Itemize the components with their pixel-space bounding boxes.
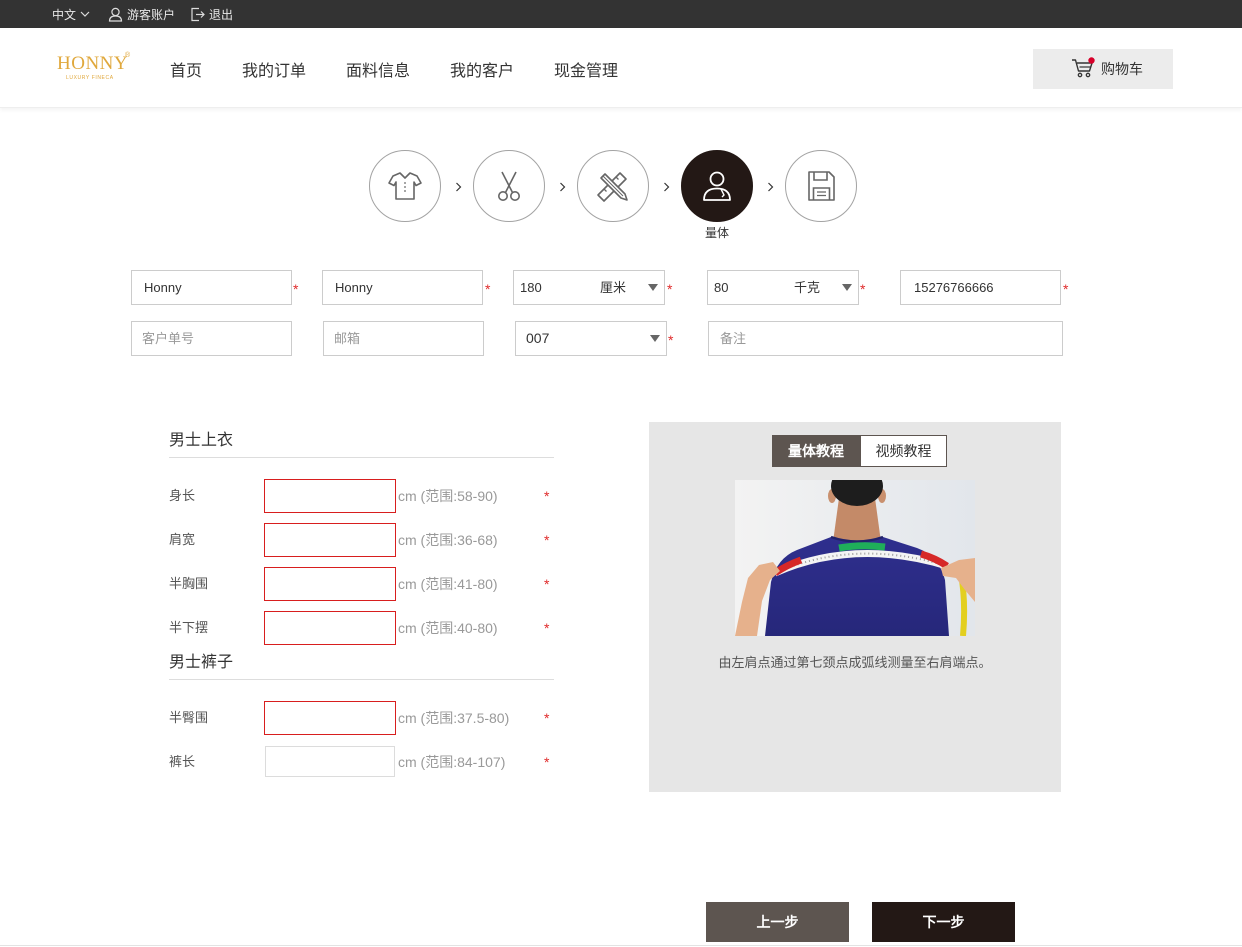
height-value: 180 bbox=[520, 280, 542, 295]
weight-value: 80 bbox=[714, 280, 729, 295]
measure-label: 肩宽 bbox=[169, 532, 196, 547]
required-mark: * bbox=[860, 281, 866, 297]
required-mark: * bbox=[544, 754, 550, 770]
previous-step-button[interactable]: 上一步 bbox=[706, 902, 849, 942]
measure-label: 半下摆 bbox=[169, 620, 209, 635]
logout-icon bbox=[191, 7, 205, 21]
half-hem-input[interactable] bbox=[264, 611, 396, 645]
logo-registered-mark: ® bbox=[125, 52, 131, 59]
measure-label: 半臀围 bbox=[169, 710, 209, 725]
dropdown-arrow-icon bbox=[842, 284, 852, 291]
section-divider bbox=[169, 457, 554, 458]
measure-label: 裤长 bbox=[169, 754, 196, 769]
account-link[interactable]: 游客账户 bbox=[108, 0, 175, 28]
logout-label: 退出 bbox=[209, 7, 234, 22]
measure-range-hint: cm (范围:36-68) bbox=[398, 532, 498, 548]
ruler-pencil-icon bbox=[597, 172, 628, 202]
language-label: 中文 bbox=[52, 7, 77, 22]
save-icon bbox=[808, 171, 835, 201]
size-code-select[interactable]: 007 bbox=[515, 321, 667, 356]
person-measure-icon bbox=[703, 171, 731, 201]
scissors-icon bbox=[498, 171, 520, 201]
order-number-input[interactable] bbox=[131, 321, 292, 356]
step-chevron-icon bbox=[768, 182, 774, 192]
header: HONNY ® LUXURY FINECA 首页 我的订单 面料信息 我的客户 … bbox=[0, 28, 1242, 108]
top-bar: 中文 游客账户 退出 bbox=[0, 0, 1242, 28]
step-measure[interactable] bbox=[681, 150, 753, 222]
nav-cash-management[interactable]: 现金管理 bbox=[554, 62, 618, 82]
measure-label: 身长 bbox=[169, 488, 196, 503]
account-label: 游客账户 bbox=[127, 7, 176, 22]
step-craft[interactable] bbox=[577, 150, 649, 222]
body-length-input[interactable] bbox=[264, 479, 396, 513]
chevron-down-icon bbox=[80, 11, 90, 17]
required-mark: * bbox=[293, 281, 299, 297]
step-shirt[interactable] bbox=[369, 150, 441, 222]
required-mark: * bbox=[544, 710, 550, 726]
user-icon bbox=[108, 7, 123, 22]
customer-name-input[interactable] bbox=[131, 270, 292, 305]
section-title: 男士裤子 bbox=[169, 654, 234, 671]
step-save[interactable] bbox=[785, 150, 857, 222]
remark-input[interactable] bbox=[708, 321, 1063, 356]
logo-name: HONNY bbox=[57, 53, 129, 74]
step-chevron-icon bbox=[456, 182, 462, 192]
height-unit: 厘米 bbox=[600, 280, 627, 295]
logo[interactable]: HONNY ® LUXURY FINECA bbox=[57, 52, 133, 84]
section-divider bbox=[169, 679, 554, 680]
nav-my-customers[interactable]: 我的客户 bbox=[450, 62, 514, 82]
half-chest-input[interactable] bbox=[264, 567, 396, 601]
measure-range-hint: cm (范围:37.5-80) bbox=[398, 710, 510, 726]
step-cutting[interactable] bbox=[473, 150, 545, 222]
logo-tagline: LUXURY FINECA bbox=[66, 75, 114, 81]
cart-badge-dot bbox=[1088, 57, 1095, 64]
contact-name-input[interactable] bbox=[322, 270, 483, 305]
shoulder-width-input[interactable] bbox=[264, 523, 396, 557]
half-hip-input[interactable] bbox=[264, 701, 396, 735]
active-step-label: 量体 bbox=[704, 226, 729, 240]
weight-unit: 千克 bbox=[794, 280, 821, 295]
section-title: 男士上衣 bbox=[169, 432, 234, 449]
step-chevron-icon bbox=[664, 182, 670, 192]
measure-range-hint: cm (范围:41-80) bbox=[398, 576, 498, 592]
nav-home[interactable]: 首页 bbox=[170, 62, 202, 82]
measure-range-hint: cm (范围:84-107) bbox=[398, 754, 506, 770]
tab-video-tutorial[interactable]: 视频教程 bbox=[860, 435, 947, 467]
required-mark: * bbox=[544, 576, 550, 592]
cart-label: 购物车 bbox=[1101, 61, 1143, 77]
tutorial-caption: 由左肩点通过第七颈点成弧线测量至右肩端点。 bbox=[718, 655, 992, 670]
step-chevron-icon bbox=[560, 182, 566, 192]
weight-select[interactable]: 80 千克 bbox=[707, 270, 859, 305]
cart-icon bbox=[1072, 57, 1095, 78]
tutorial-panel: 量体教程 视频教程 由左肩点通过第七颈点成弧线测量至右肩端点。 bbox=[649, 422, 1061, 792]
measure-label: 半胸围 bbox=[169, 576, 209, 591]
logout-link[interactable]: 退出 bbox=[190, 0, 233, 28]
required-mark: * bbox=[544, 532, 550, 548]
tab-measure-tutorial[interactable]: 量体教程 bbox=[772, 435, 860, 467]
email-input[interactable] bbox=[323, 321, 484, 356]
required-mark: * bbox=[485, 281, 491, 297]
trouser-length-input[interactable] bbox=[265, 746, 395, 777]
footer-divider bbox=[0, 945, 1242, 946]
next-step-button[interactable]: 下一步 bbox=[872, 902, 1015, 942]
tutorial-photo bbox=[735, 480, 975, 636]
measure-range-hint: cm (范围:40-80) bbox=[398, 620, 498, 636]
shirt-icon bbox=[388, 172, 422, 200]
required-mark: * bbox=[667, 281, 673, 297]
size-code-value: 007 bbox=[526, 330, 550, 346]
required-mark: * bbox=[668, 332, 674, 348]
dropdown-arrow-icon bbox=[650, 335, 660, 342]
dropdown-arrow-icon bbox=[648, 284, 658, 291]
measure-range-hint: cm (范围:58-90) bbox=[398, 488, 498, 504]
nav-fabric-info[interactable]: 面料信息 bbox=[346, 62, 410, 82]
required-mark: * bbox=[544, 620, 550, 636]
cart-button[interactable]: 购物车 bbox=[1033, 49, 1173, 89]
required-mark: * bbox=[1063, 281, 1069, 297]
phone-input[interactable] bbox=[900, 270, 1061, 305]
language-switcher[interactable]: 中文 bbox=[52, 0, 90, 28]
nav-my-orders[interactable]: 我的订单 bbox=[242, 62, 306, 82]
height-select[interactable]: 180 厘米 bbox=[513, 270, 665, 305]
required-mark: * bbox=[544, 488, 550, 504]
